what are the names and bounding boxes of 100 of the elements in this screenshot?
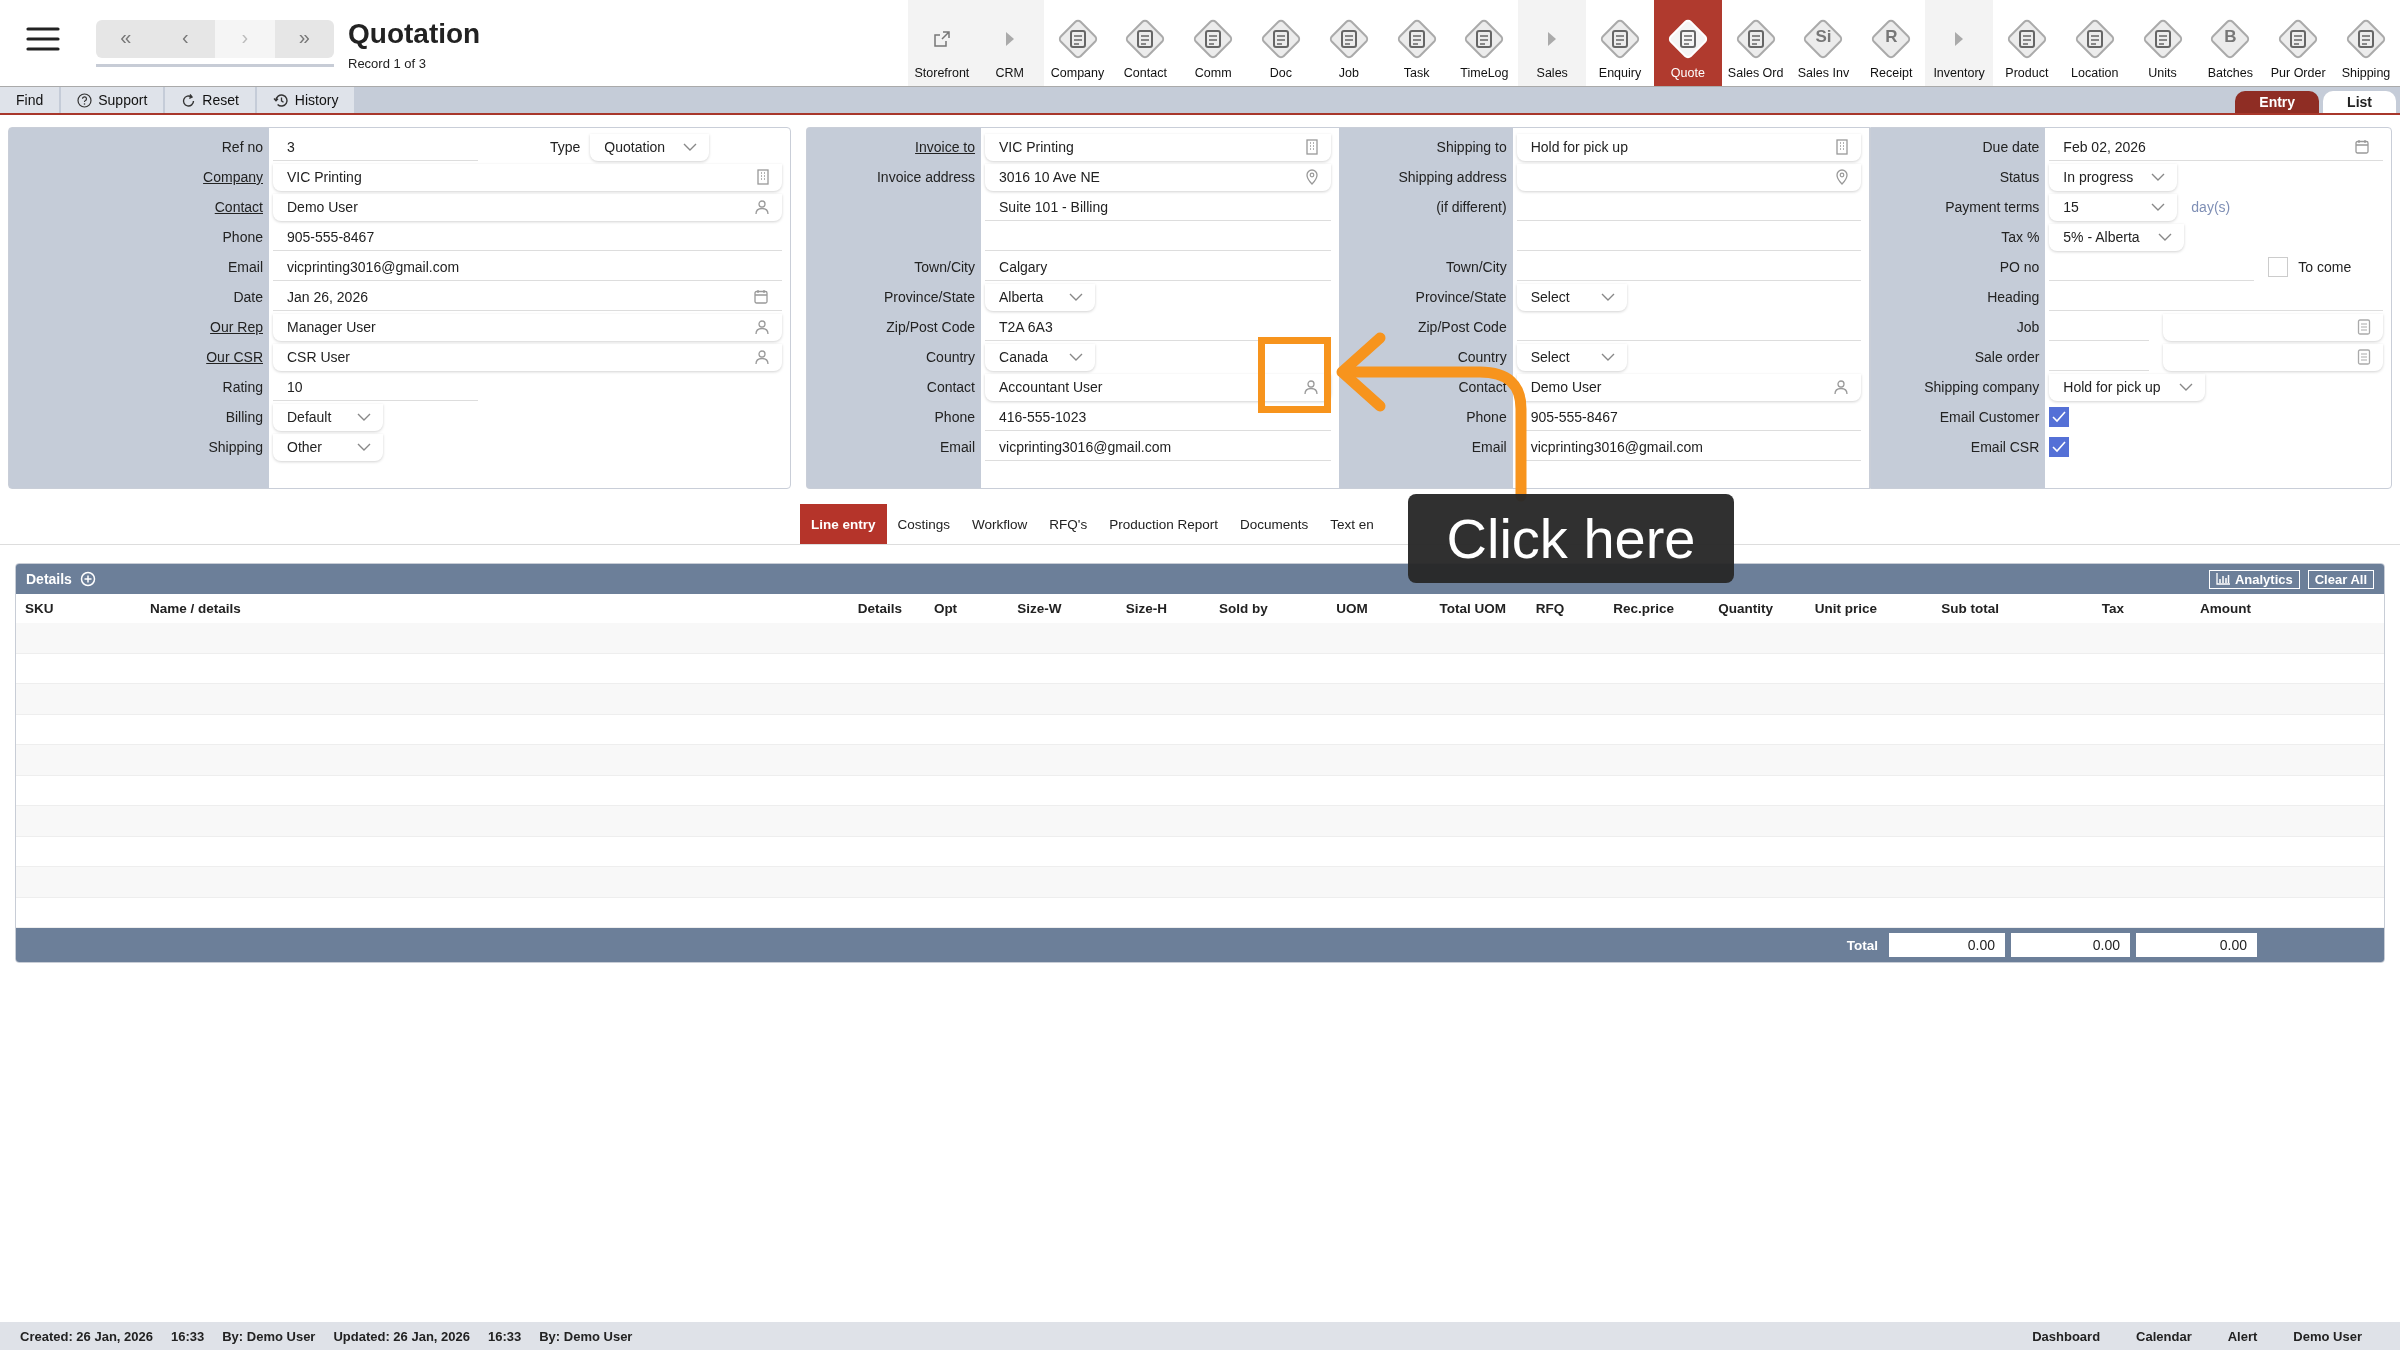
add-icon <box>79 571 96 587</box>
field-link[interactable]: Our CSR <box>206 349 263 365</box>
input-field[interactable]: CSR User <box>273 343 782 371</box>
toolbar-item[interactable]: Product <box>1993 0 2061 86</box>
input-field[interactable]: VIC Printing <box>985 133 1331 161</box>
input-field[interactable]: 905-555-8467 <box>1516 403 1862 431</box>
toolbar-item[interactable]: Sales Ord <box>1721 0 1790 86</box>
status-link[interactable]: Alert <box>2209 1328 2276 1344</box>
field-link[interactable]: Invoice to <box>915 139 975 155</box>
nav-button[interactable]: ‹ <box>155 20 215 58</box>
input-field[interactable]: Accountant User <box>985 373 1331 401</box>
input-field[interactable]: Manager User <box>273 313 782 341</box>
toolbar-item[interactable]: TimeLog <box>1450 0 1519 86</box>
input-field[interactable]: 3016 10 Ave NE <box>985 163 1331 191</box>
location-pin-icon <box>1835 169 1850 185</box>
input-field[interactable]: vicprinting3016@gmail.com <box>985 433 1331 461</box>
select-field[interactable]: Hold for pick up <box>2049 373 2205 401</box>
tab[interactable]: Costings <box>886 504 962 544</box>
header-button[interactable]: Analytics <box>2208 569 2300 589</box>
field-label: Shipping to <box>1436 139 1507 155</box>
toolbar-item[interactable]: Shipping <box>2332 0 2400 86</box>
input-field[interactable]: T2A 6A3 <box>985 313 1331 341</box>
toolbar-item[interactable]: Job <box>1314 0 1383 86</box>
field-label: Zip/Post Code <box>1417 319 1507 335</box>
status-link[interactable]: Demo User <box>2275 1328 2380 1344</box>
tab[interactable]: RFQ's <box>1038 504 1099 544</box>
input-field[interactable]: Demo User <box>1516 373 1862 401</box>
select-field[interactable]: Canada <box>985 343 1095 371</box>
toolbar-item[interactable]: Quote <box>1653 0 1722 86</box>
tab[interactable]: Production Report <box>1098 504 1229 544</box>
toolbar-button[interactable]: Reset <box>165 87 255 113</box>
input-field[interactable]: Hold for pick up <box>1516 133 1862 161</box>
tab[interactable]: Line entry <box>800 504 887 544</box>
input-field[interactable]: 416-555-1023 <box>985 403 1331 431</box>
toolbar-item[interactable]: Inventory <box>1925 0 1993 86</box>
select-field[interactable]: Alberta <box>985 283 1095 311</box>
view-tab[interactable]: List <box>2323 91 2396 113</box>
nav-button[interactable]: » <box>274 20 334 58</box>
nav-button[interactable]: « <box>96 20 156 58</box>
select-field[interactable]: Quotation <box>590 133 710 161</box>
chevron-down-icon <box>357 413 371 421</box>
toolbar-item[interactable]: Storefront <box>908 0 976 86</box>
toolbar-item[interactable]: Contact <box>1111 0 1180 86</box>
field-label: Contact <box>926 379 975 395</box>
input-field[interactable]: Suite 101 - Billing <box>985 193 1331 221</box>
input-field[interactable]: 905-555-8467 <box>273 223 782 251</box>
select-field[interactable]: 5% - Alberta <box>2049 223 2184 251</box>
select-field[interactable]: Select <box>1516 283 1627 311</box>
field-label: Email CSR <box>1970 439 2040 455</box>
toolbar-button[interactable]: Find <box>0 87 60 113</box>
select-field[interactable]: In progress <box>2049 163 2178 191</box>
checkbox[interactable] <box>2049 407 2070 427</box>
input-field[interactable]: vicprinting3016@gmail.com <box>273 253 782 281</box>
column-header: Sold by <box>1218 601 1269 616</box>
toolbar-item[interactable]: Company <box>1043 0 1112 86</box>
history-icon <box>272 92 289 108</box>
field-label: Date <box>233 289 263 305</box>
tab[interactable]: Documents <box>1228 504 1320 544</box>
tab[interactable]: Workflow <box>961 504 1039 544</box>
select-field[interactable]: Default <box>273 403 383 431</box>
toolbar-item[interactable]: Sales <box>1518 0 1587 86</box>
select-field[interactable]: 15 <box>2049 193 2178 221</box>
field-link[interactable]: Company <box>203 169 263 185</box>
toolbar-item[interactable]: Task <box>1382 0 1451 86</box>
input-field[interactable]: vicprinting3016@gmail.com <box>1516 433 1862 461</box>
checkbox[interactable] <box>2268 257 2289 277</box>
field-label: Phone <box>1466 409 1507 425</box>
input-field[interactable]: VIC Printing <box>273 163 782 191</box>
toolbar-item[interactable]: CRM <box>975 0 1044 86</box>
toolbar-item[interactable]: Comm <box>1179 0 1248 86</box>
select-field[interactable]: Other <box>273 433 383 461</box>
input-field[interactable]: Demo User <box>273 193 782 221</box>
field-link[interactable]: Our Rep <box>210 319 263 335</box>
input-field[interactable]: 10 <box>273 373 478 401</box>
toolbar-item[interactable]: Doc <box>1247 0 1315 86</box>
input-field[interactable]: Calgary <box>985 253 1331 281</box>
person-icon <box>1833 379 1850 395</box>
input-field[interactable]: Jan 26, 2026 <box>273 283 782 311</box>
status-link[interactable]: Dashboard <box>2014 1328 2119 1344</box>
toolbar-item[interactable]: R Receipt <box>1857 0 1926 86</box>
triangle-icon <box>1004 31 1015 47</box>
toolbar-item[interactable]: Si Sales Inv <box>1789 0 1858 86</box>
select-field[interactable]: Select <box>1516 343 1627 371</box>
toolbar-item[interactable]: Location <box>2060 0 2129 86</box>
input-field[interactable]: 3 <box>273 133 478 161</box>
input-field[interactable]: Feb 02, 2026 <box>2049 133 2383 161</box>
tab[interactable]: Text en <box>1319 504 1385 544</box>
toolbar-item[interactable]: Enquiry <box>1586 0 1654 86</box>
header-button[interactable]: Clear All <box>2307 569 2374 589</box>
toolbar-button[interactable]: History <box>256 87 355 113</box>
toolbar-item[interactable]: Pur Order <box>2264 0 2333 86</box>
chevron-down-icon <box>1600 353 1615 361</box>
toolbar-item[interactable]: Units <box>2128 0 2197 86</box>
field-label: Country <box>1457 349 1507 365</box>
field-link[interactable]: Contact <box>214 199 263 215</box>
view-tab[interactable]: Entry <box>2235 91 2320 113</box>
toolbar-button[interactable]: Support <box>61 87 164 113</box>
toolbar-item[interactable]: B Batches <box>2196 0 2265 86</box>
checkbox[interactable] <box>2049 437 2070 457</box>
status-link[interactable]: Calendar <box>2118 1328 2210 1344</box>
